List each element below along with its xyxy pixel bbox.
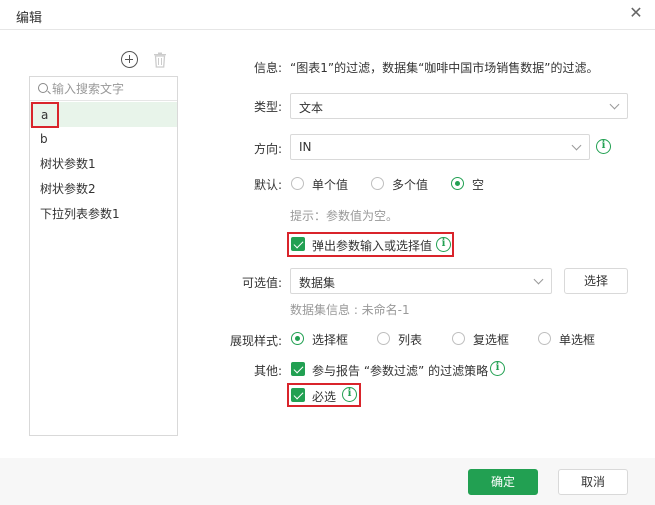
chevron-down-icon <box>609 99 620 110</box>
add-icon[interactable] <box>121 51 138 68</box>
chevron-down-icon <box>533 274 544 285</box>
list-item-tree-param-2[interactable]: 树状参数2 <box>30 177 177 202</box>
list-item-tree-param-1[interactable]: 树状参数1 <box>30 152 177 177</box>
list-item-label: b <box>40 132 48 146</box>
default-option-single: 单个值 <box>312 178 349 192</box>
list-item-label: a <box>31 102 59 128</box>
optional-values-select[interactable]: 数据集 <box>290 268 552 294</box>
style-option-select-box: 选择框 <box>312 333 349 347</box>
style-option-radio: 单选框 <box>559 333 596 347</box>
list-item-label: 树状参数2 <box>40 182 96 196</box>
other-label: 其他: <box>253 364 282 378</box>
display-style-label: 展现样式: <box>229 334 282 348</box>
default-option-empty: 空 <box>472 178 485 192</box>
participate-checkbox[interactable] <box>291 362 305 376</box>
trash-icon[interactable] <box>153 52 167 68</box>
style-option-checkbox: 复选框 <box>473 333 510 347</box>
style-radio-list[interactable] <box>377 332 390 345</box>
direction-value: IN <box>299 140 312 154</box>
info-icon[interactable]: i <box>342 387 357 402</box>
default-radio-empty[interactable] <box>451 177 464 190</box>
cancel-button[interactable]: 取消 <box>558 469 628 495</box>
default-option-multiple: 多个值 <box>392 178 429 192</box>
dialog-title: 编辑 <box>16 11 43 26</box>
dialog-titlebar: 编辑 ✕ <box>0 0 655 30</box>
required-checkbox[interactable] <box>291 388 305 402</box>
style-radio-select-box[interactable] <box>291 332 304 345</box>
popup-checkbox[interactable] <box>291 237 305 251</box>
optional-values-label: 可选值: <box>241 276 282 290</box>
participate-label: 参与报告 “参数过滤” 的过滤策略 <box>312 364 489 378</box>
style-radio-checkbox[interactable] <box>452 332 465 345</box>
close-icon[interactable]: ✕ <box>629 5 643 21</box>
required-label: 必选 <box>312 390 337 404</box>
default-radio-single[interactable] <box>291 177 304 190</box>
style-radio-radio[interactable] <box>538 332 551 345</box>
list-item-b[interactable]: b <box>30 127 177 152</box>
default-radio-multiple[interactable] <box>371 177 384 190</box>
info-icon[interactable]: i <box>490 361 505 376</box>
list-item-a[interactable]: a <box>30 102 177 128</box>
select-button[interactable]: 选择 <box>564 268 628 294</box>
list-item-dropdown-param-1[interactable]: 下拉列表参数1 <box>30 202 177 227</box>
default-label: 默认: <box>253 178 282 192</box>
type-value: 文本 <box>299 101 324 115</box>
parameter-list-panel: a b 树状参数1 树状参数2 下拉列表参数1 <box>29 76 178 436</box>
ok-button[interactable]: 确定 <box>468 469 538 495</box>
search-box <box>30 77 177 101</box>
search-input[interactable] <box>52 80 172 98</box>
info-icon[interactable]: i <box>436 237 451 252</box>
style-option-list: 列表 <box>398 333 423 347</box>
direction-select[interactable]: IN <box>290 134 590 160</box>
direction-label: 方向: <box>253 142 282 156</box>
type-label: 类型: <box>253 100 282 114</box>
list-item-label: 树状参数1 <box>40 157 96 171</box>
edit-dialog: 编辑 ✕ a b 树状参数1 树状参数2 <box>0 0 655 505</box>
optional-values-value: 数据集 <box>299 276 336 290</box>
dataset-info: 数据集信息 : 未命名-1 <box>290 303 410 317</box>
chevron-down-icon <box>571 140 582 151</box>
info-label: 信息: <box>253 61 282 75</box>
info-text: “图表1”的过滤，数据集“咖啡中国市场销售数据”的过滤。 <box>290 61 599 75</box>
type-select[interactable]: 文本 <box>290 93 628 119</box>
dialog-footer <box>0 458 655 505</box>
info-icon[interactable]: i <box>596 139 611 154</box>
parameter-list: a b 树状参数1 树状参数2 下拉列表参数1 <box>30 102 177 227</box>
popup-checkbox-label: 弹出参数输入或选择值 <box>312 239 433 253</box>
default-hint: 提示：参数值为空。 <box>290 209 399 223</box>
list-item-label: 下拉列表参数1 <box>40 207 120 221</box>
search-icon <box>38 83 48 93</box>
